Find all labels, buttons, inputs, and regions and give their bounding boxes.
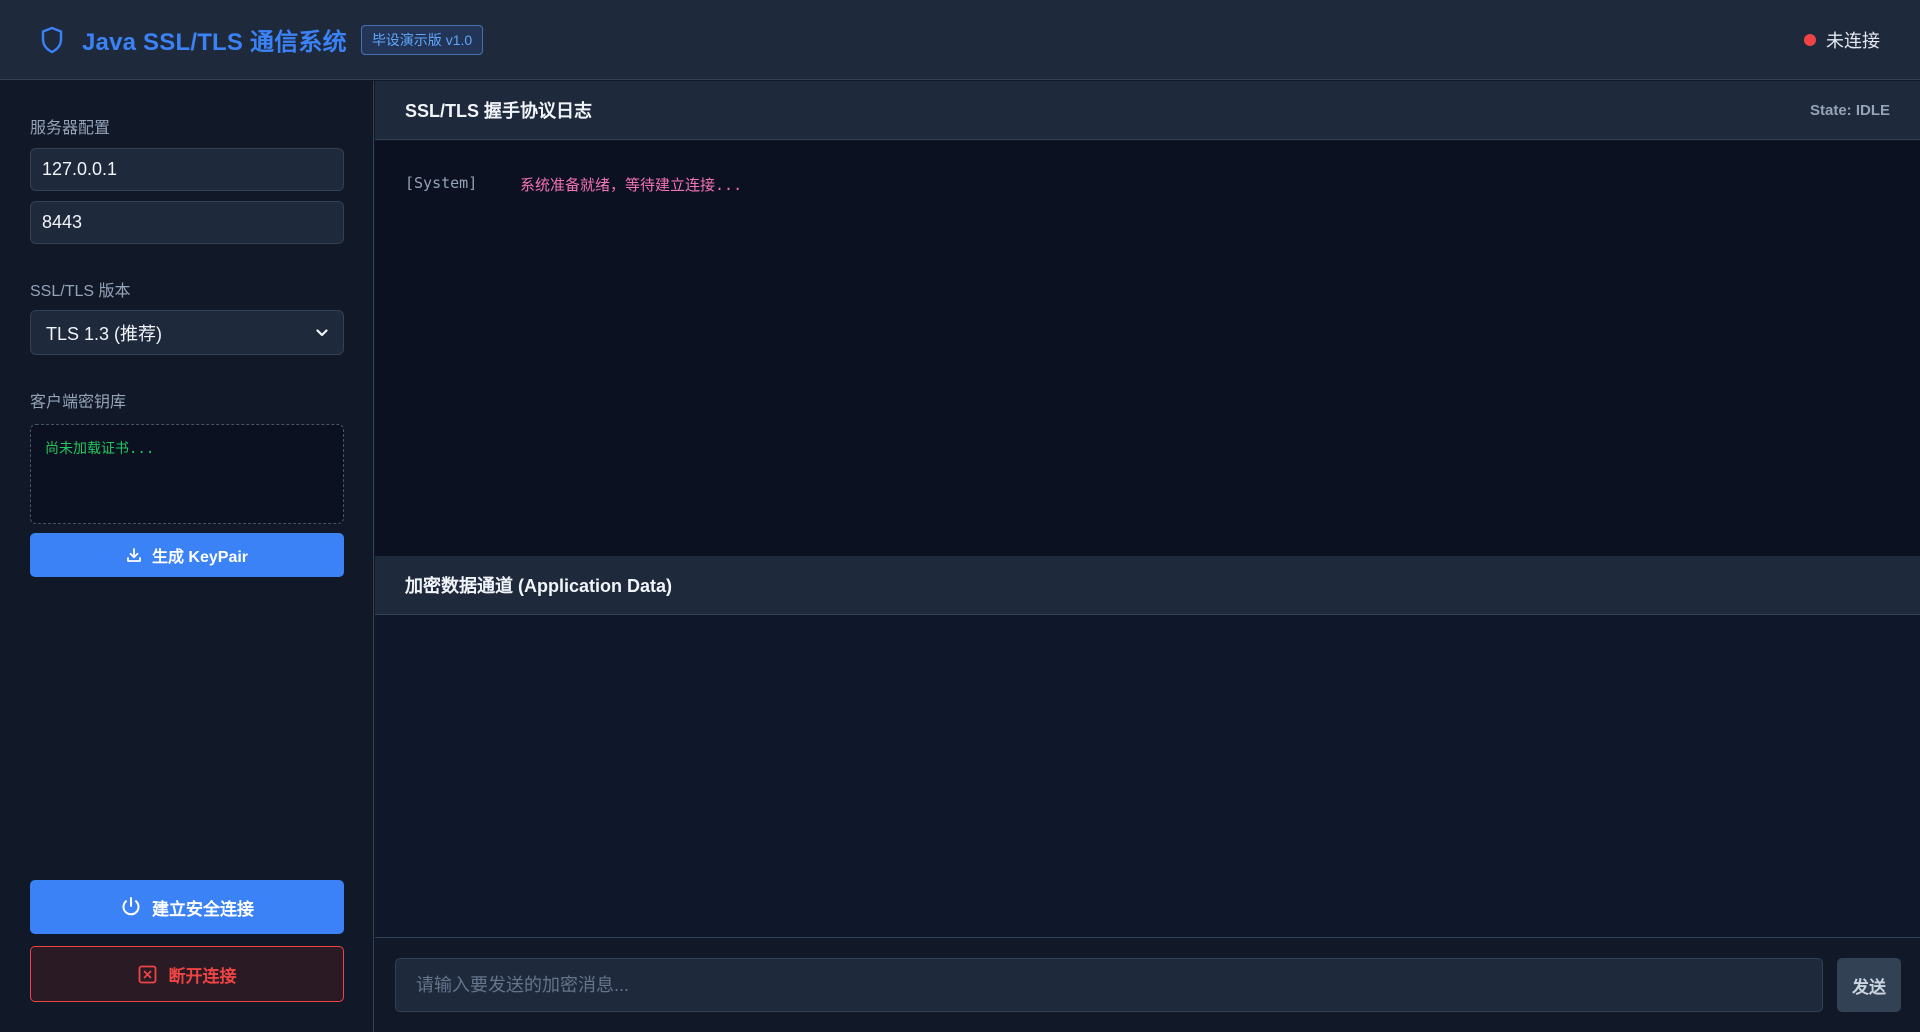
log-message: 系统准备就绪，等待建立连接... (520, 176, 743, 194)
keystore-text: 尚未加载证书... (45, 441, 155, 457)
version-badge: 毕设演示版 v1.0 (360, 24, 484, 55)
connect-button[interactable]: 建立安全连接 (30, 880, 344, 934)
log-entry: [System] 系统准备就绪，等待建立连接... (405, 174, 1890, 195)
tls-version-value: TLS 1.3 (推荐) (46, 323, 163, 344)
message-composer: 发送 (375, 937, 1920, 1032)
generate-keypair-button[interactable]: 生成 KeyPair (30, 533, 344, 577)
generate-keypair-label: 生成 KeyPair (151, 549, 249, 566)
data-channel-header: 加密数据通道 (Application Data) (375, 556, 1920, 615)
data-channel-messages (375, 616, 1920, 937)
host-input[interactable] (30, 148, 344, 191)
power-icon (120, 896, 142, 918)
keystore-label: 客户端密钥库 (30, 394, 127, 411)
app-title: Java SSL/TLS 通信系统 (82, 29, 347, 56)
message-input[interactable] (395, 958, 1823, 1012)
handshake-log-header: SSL/TLS 握手协议日志 State: IDLE (375, 81, 1920, 140)
app-header: Java SSL/TLS 通信系统 毕设演示版 v1.0 未连接 (0, 0, 1920, 80)
server-config-label: 服务器配置 (30, 120, 111, 137)
tls-version-label: SSL/TLS 版本 (30, 283, 131, 300)
state-indicator: State: IDLE (1809, 101, 1890, 119)
sidebar: 服务器配置 SSL/TLS 版本 TLS 1.3 (推荐) 客户端密钥库 尚未加… (0, 81, 374, 1032)
port-input[interactable] (30, 201, 344, 244)
connect-label: 建立安全连接 (152, 899, 254, 919)
close-box-icon (138, 965, 157, 984)
data-channel-title: 加密数据通道 (Application Data) (405, 576, 673, 596)
status-text: 未连接 (1826, 30, 1880, 51)
log-tag: [System] (405, 174, 478, 192)
handshake-log: [System] 系统准备就绪，等待建立连接... (375, 141, 1920, 556)
status-dot-icon (1804, 33, 1816, 46)
download-icon (126, 547, 142, 563)
keystore-display: 尚未加载证书... (30, 424, 344, 524)
disconnect-label: 断开连接 (168, 966, 237, 986)
connection-status: 未连接 (1804, 27, 1880, 53)
shield-icon (40, 25, 68, 55)
tls-version-select[interactable]: TLS 1.3 (推荐) (30, 310, 344, 355)
disconnect-button[interactable]: 断开连接 (30, 946, 344, 1002)
send-button[interactable]: 发送 (1837, 958, 1901, 1012)
handshake-log-title: SSL/TLS 握手协议日志 (405, 101, 593, 121)
chevron-down-icon (316, 328, 328, 337)
